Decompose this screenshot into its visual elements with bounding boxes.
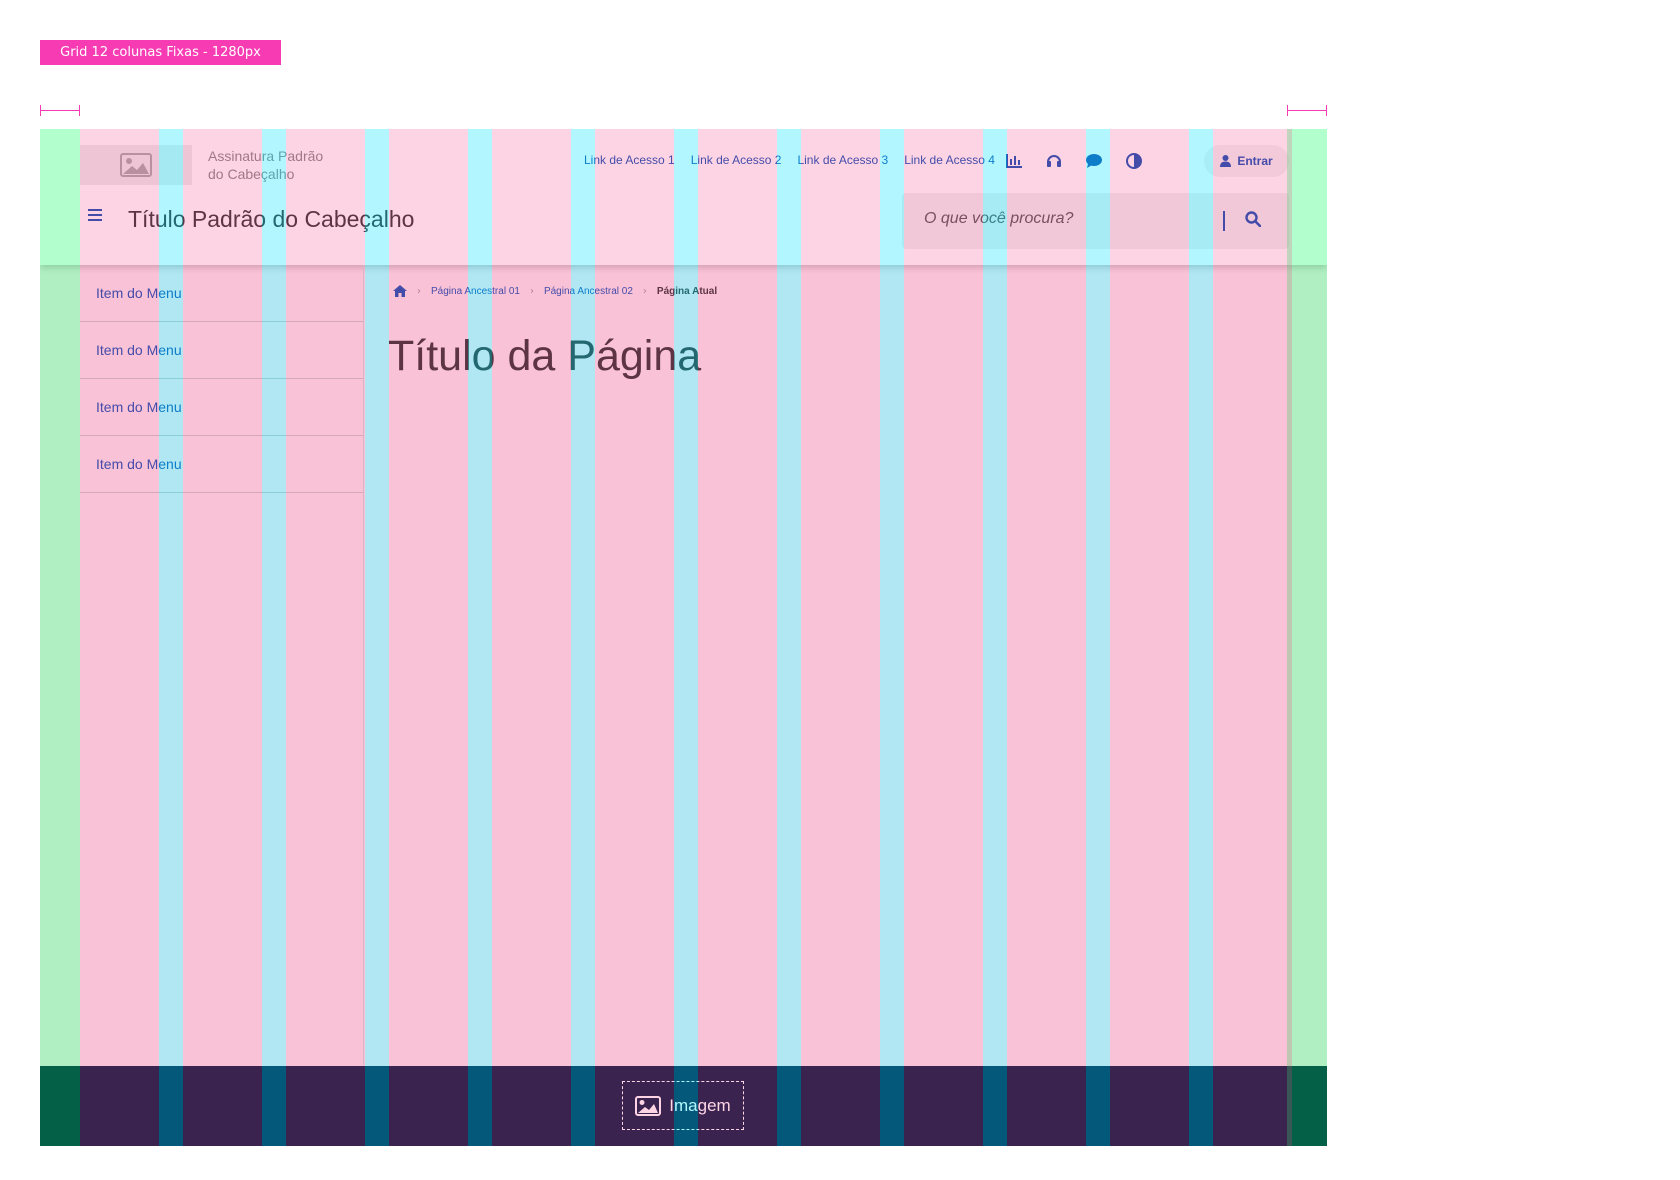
- breadcrumb-current: Página Atual: [656, 285, 718, 297]
- grid-column: [389, 129, 468, 1146]
- search-button[interactable]: [1245, 211, 1265, 231]
- search-separator: [1223, 211, 1225, 231]
- hamburger-menu-button[interactable]: [88, 207, 106, 225]
- quick-link-2[interactable]: Link de Acesso 2: [691, 153, 782, 167]
- home-icon[interactable]: [393, 285, 407, 297]
- quick-links: Link de Acesso 1 Link de Acesso 2 Link d…: [584, 153, 995, 167]
- contrast-button[interactable]: [1121, 148, 1147, 174]
- image-icon: [120, 153, 152, 177]
- breadcrumb-item[interactable]: Página Ancestral 01: [431, 286, 520, 297]
- header-signature: Assinatura Padrão do Cabeçalho: [208, 147, 348, 183]
- grid-gutter: [777, 129, 801, 1146]
- menu-item[interactable]: Item do Menu: [80, 379, 364, 436]
- breadcrumb-item[interactable]: Página Ancestral 02: [544, 286, 633, 297]
- grid-gutter: [674, 129, 698, 1146]
- hamburger-icon: [88, 209, 102, 221]
- grid-column: [904, 129, 983, 1146]
- search-icon: [1245, 211, 1262, 228]
- header: Assinatura Padrão do Cabeçalho Link de A…: [40, 129, 1327, 265]
- menu-item[interactable]: Item do Menu: [80, 322, 364, 379]
- grid-margin-left: [40, 129, 80, 1146]
- login-label: Entrar: [1237, 154, 1273, 168]
- quick-link-3[interactable]: Link de Acesso 3: [797, 153, 888, 167]
- signature-line-2: do Cabeçalho: [208, 166, 295, 182]
- page-title: Título da Página: [388, 332, 702, 380]
- grid-column: [801, 129, 880, 1146]
- footer-image-placeholder: Imagem: [622, 1081, 744, 1130]
- search-box: O que você procura?: [902, 193, 1289, 249]
- chevron-right-icon: ›: [642, 285, 647, 297]
- login-button[interactable]: Entrar: [1204, 145, 1289, 177]
- grid-gutter: [983, 129, 1007, 1146]
- right-margin-marker: [1287, 105, 1327, 116]
- chart-bar-icon: [1006, 154, 1022, 168]
- logo-placeholder[interactable]: [80, 145, 192, 185]
- grid-gutter: [365, 129, 389, 1146]
- chevron-right-icon: ›: [529, 285, 534, 297]
- contrast-icon: [1126, 153, 1142, 169]
- grid-column: [595, 129, 674, 1146]
- menu-divider: [363, 265, 364, 1065]
- grid-margin-right: [1287, 129, 1327, 1146]
- grid-gutter: [1189, 129, 1213, 1146]
- page-frame: Assinatura Padrão do Cabeçalho Link de A…: [40, 129, 1327, 1146]
- menu-item[interactable]: Item do Menu: [80, 436, 364, 493]
- side-menu: Item do Menu Item do Menu Item do Menu I…: [80, 265, 364, 493]
- user-icon: [1220, 155, 1232, 167]
- left-margin-marker: [40, 105, 80, 116]
- grid-gutter: [571, 129, 595, 1146]
- quick-link-1[interactable]: Link de Acesso 1: [584, 153, 675, 167]
- menu-item[interactable]: Item do Menu: [80, 265, 364, 322]
- grid-gutter: [880, 129, 904, 1146]
- footer-image-label: Imagem: [669, 1095, 731, 1115]
- comment-button[interactable]: [1081, 148, 1107, 174]
- grid-column: [1213, 129, 1292, 1146]
- grid-column: [1110, 129, 1189, 1146]
- search-input[interactable]: O que você procura?: [924, 210, 1073, 228]
- comment-icon: [1086, 154, 1102, 168]
- footer: Imagem: [40, 1066, 1327, 1146]
- grid-gutter: [1086, 129, 1110, 1146]
- image-icon: [635, 1095, 662, 1116]
- grid-label: Grid 12 colunas Fixas - 1280px: [40, 40, 281, 65]
- grid-column: [492, 129, 571, 1146]
- chevron-right-icon: ›: [417, 285, 421, 297]
- grid-gutter: [468, 129, 492, 1146]
- headset-button[interactable]: [1041, 148, 1067, 174]
- chart-bar-button[interactable]: [1001, 148, 1027, 174]
- headset-icon: [1047, 155, 1061, 167]
- quick-link-4[interactable]: Link de Acesso 4: [904, 153, 995, 167]
- breadcrumb: › Página Ancestral 01 › Página Ancestral…: [393, 285, 717, 297]
- signature-line-1: Assinatura Padrão: [208, 148, 324, 164]
- grid-column: [698, 129, 777, 1146]
- grid-column: [1007, 129, 1086, 1146]
- header-title: Título Padrão do Cabeçalho: [128, 206, 415, 232]
